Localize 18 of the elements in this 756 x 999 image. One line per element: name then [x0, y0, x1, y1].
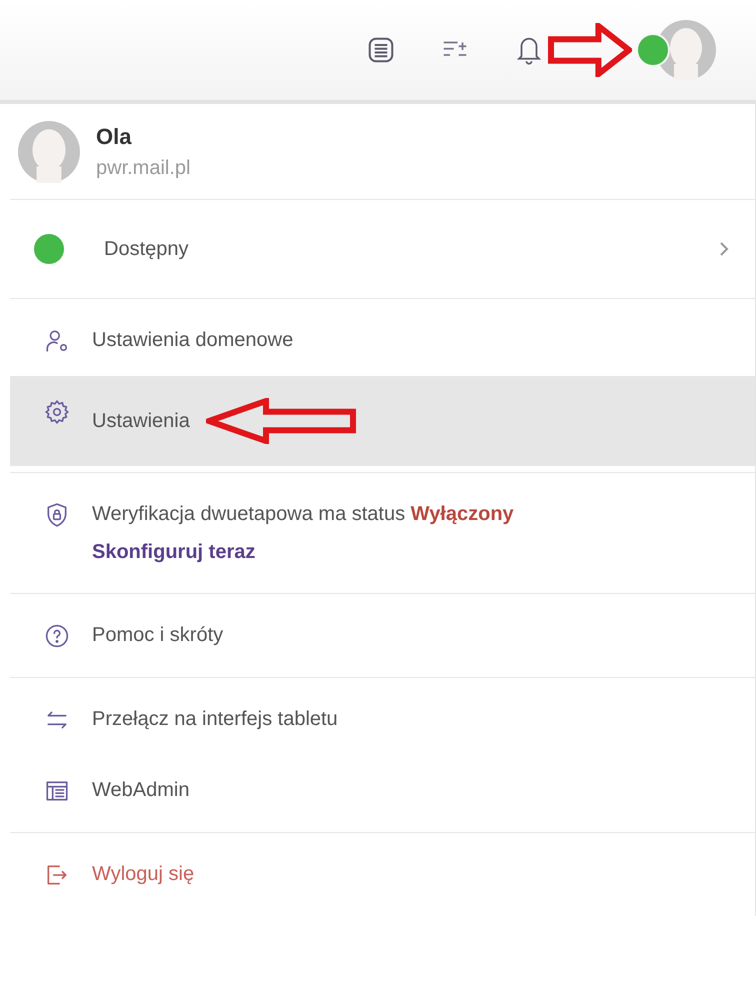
- status-label: Dostępny: [104, 237, 190, 262]
- user-domain: pwr.mail.pl: [96, 156, 190, 181]
- profile-avatar: [18, 120, 80, 182]
- help-icon: [44, 623, 70, 649]
- settings-icon: [44, 399, 70, 425]
- menu-item-label: Przełącz na interfejs tabletu: [92, 707, 338, 732]
- menu-item-label: Pomoc i skróty: [92, 623, 224, 648]
- user-name: Ola: [96, 123, 133, 151]
- list-icon[interactable]: [366, 35, 396, 65]
- menu-item-label: Weryfikacja dwuetapowa ma status Wyłączony: [92, 502, 514, 527]
- menu-item[interactable]: Ustawienia: [10, 376, 755, 466]
- user-cog-icon: [44, 328, 70, 354]
- status-item[interactable]: Dostępny: [10, 200, 755, 299]
- configure-link[interactable]: Skonfiguruj teraz: [92, 539, 514, 565]
- menu-item-label: Wyloguj się: [92, 862, 194, 887]
- menu-item-label: Ustawienia domenowe: [92, 328, 294, 353]
- menu-item-label: WebAdmin: [92, 778, 190, 803]
- menu-item-label: Ustawienia: [92, 409, 190, 434]
